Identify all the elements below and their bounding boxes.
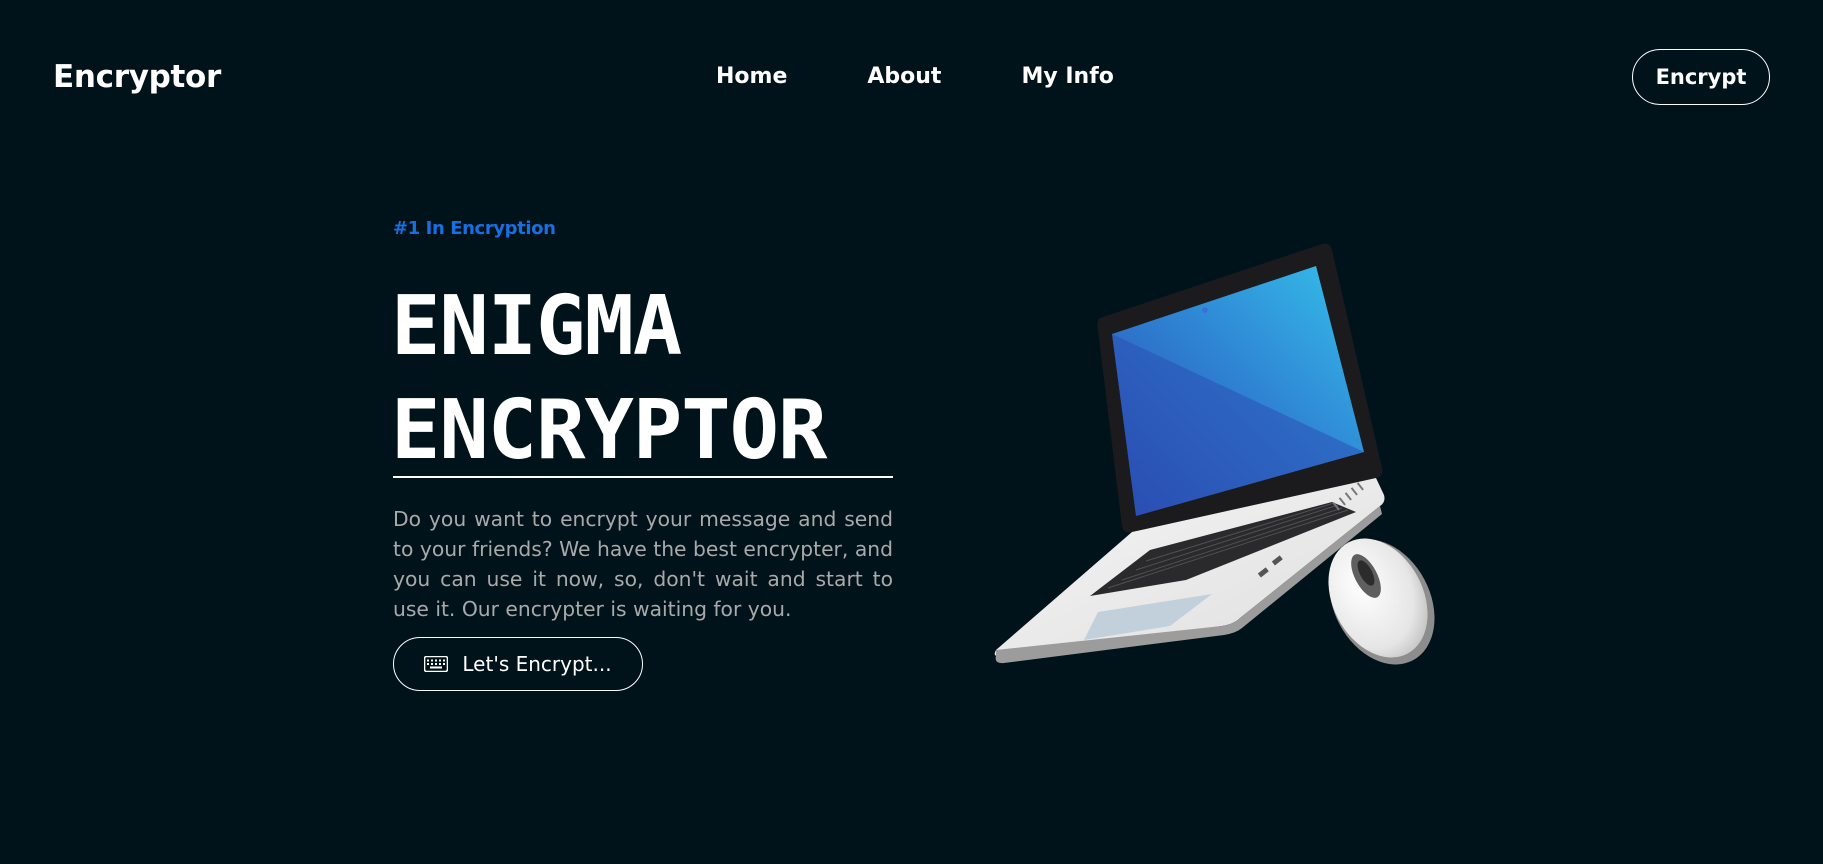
encrypt-button[interactable]: Encrypt bbox=[1632, 49, 1770, 105]
title-divider bbox=[393, 476, 893, 478]
hero-title: ENIGMA ENCRYPTOR bbox=[391, 275, 827, 483]
hero-description: Do you want to encrypt your message and … bbox=[393, 507, 893, 621]
main-nav: Home About My Info bbox=[716, 62, 1114, 92]
hero-tagline: #1 In Encryption bbox=[393, 218, 556, 239]
hero-title-line-1: ENIGMA bbox=[391, 279, 682, 374]
nav-link-my-info[interactable]: My Info bbox=[1021, 62, 1113, 92]
keyboard-icon bbox=[424, 656, 449, 672]
hero-title-line-2: ENCRYPTOR bbox=[391, 383, 827, 478]
laptop-illustration bbox=[994, 243, 1435, 665]
nav-link-home[interactable]: Home bbox=[716, 62, 787, 92]
site-logo[interactable]: Encryptor bbox=[53, 57, 221, 97]
lets-encrypt-label: Let's Encrypt... bbox=[462, 652, 612, 676]
lets-encrypt-button[interactable]: Let's Encrypt... bbox=[393, 637, 643, 691]
nav-link-about[interactable]: About bbox=[867, 62, 941, 92]
